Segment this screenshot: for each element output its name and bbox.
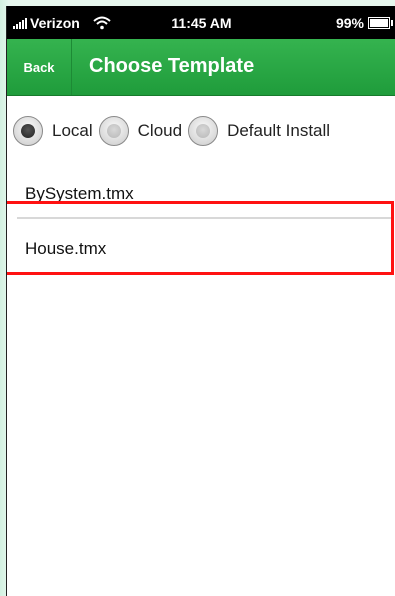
radio-button-cloud[interactable]: [98, 116, 129, 146]
radio-button-local[interactable]: [13, 116, 43, 146]
status-bar: Verizon 11:45 AM 99%: [7, 6, 395, 39]
battery-icon: [368, 17, 393, 29]
radio-label-cloud: Cloud: [137, 121, 183, 140]
highlight-box: [7, 201, 394, 275]
source-radio-group: Local Cloud Default Install: [7, 116, 395, 146]
radio-label-local: Local: [52, 121, 93, 140]
battery-percent: 99%: [335, 15, 364, 31]
radio-label-default-install: Default Install: [227, 121, 331, 140]
phone-screen: Verizon 11:45 AM 99% Back Choose Templat…: [6, 6, 395, 596]
radio-button-default-install[interactable]: [188, 116, 219, 146]
back-button[interactable]: Back: [7, 39, 72, 95]
page-title: Choose Template: [89, 55, 255, 77]
navigation-bar: Back Choose Template: [7, 39, 395, 96]
radio-option-default-install[interactable]: Default Install: [188, 116, 336, 146]
radio-option-cloud[interactable]: Cloud: [98, 116, 188, 146]
battery-group: 99%: [335, 15, 393, 31]
radio-option-local[interactable]: Local: [13, 116, 99, 146]
